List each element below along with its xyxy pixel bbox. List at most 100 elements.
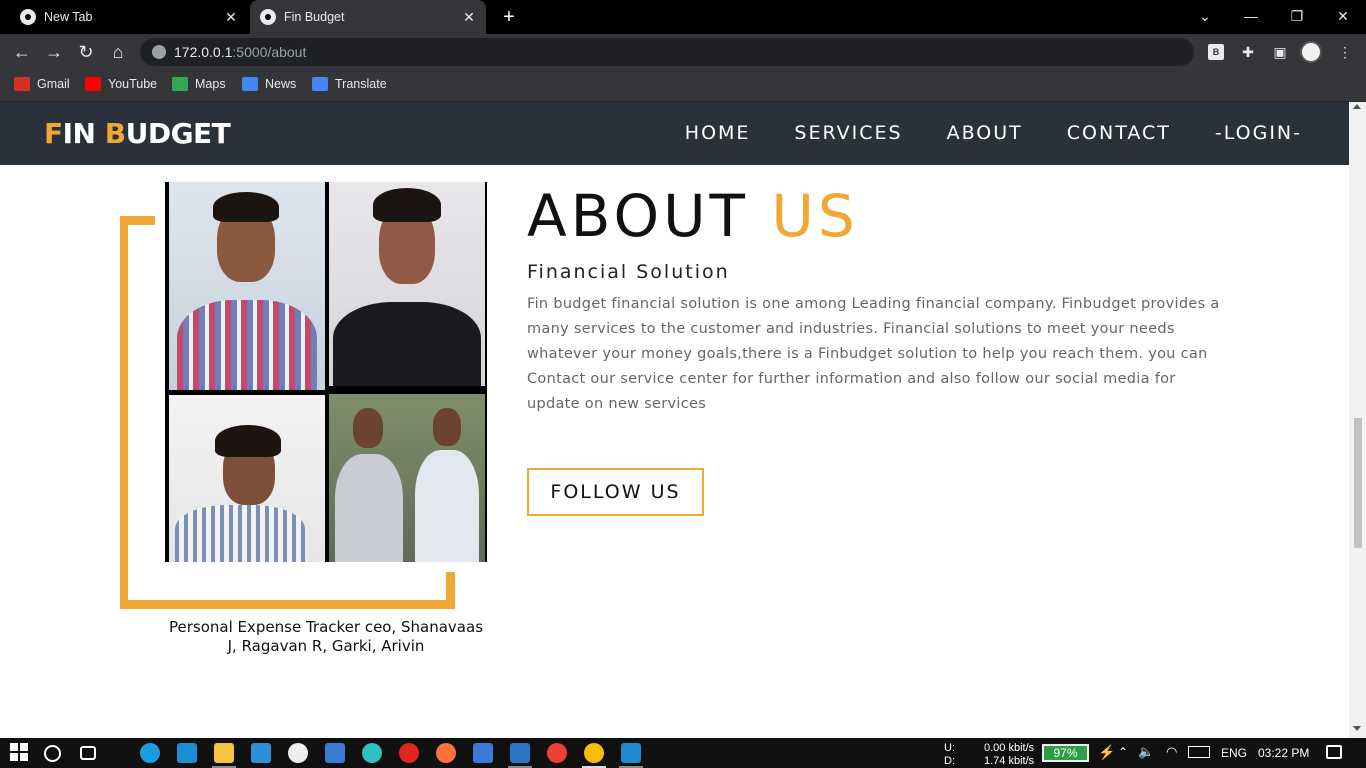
bookmark-label: Gmail	[37, 77, 70, 91]
windows-start-icon[interactable]	[10, 743, 30, 763]
nav-about[interactable]: ABOUT	[947, 122, 1023, 144]
bookmark-label: Translate	[335, 77, 387, 91]
nav-home[interactable]: HOME	[685, 122, 751, 144]
app-icon[interactable]	[288, 743, 308, 763]
back-arrow-icon[interactable]: ←	[10, 40, 34, 64]
address-bar[interactable]: 172.0.0.1:5000/about	[140, 38, 1194, 66]
tab-label: Fin Budget	[284, 10, 345, 24]
url-text[interactable]: 172.0.0.1:5000/about	[174, 44, 306, 60]
brand-logo[interactable]: FIN BUDGET	[44, 117, 231, 150]
volume-icon[interactable]: 🔈	[1138, 745, 1154, 758]
app-icon[interactable]	[362, 743, 382, 763]
bookmark-youtube[interactable]: YouTube	[85, 77, 157, 91]
bookmark-translate[interactable]: Translate	[312, 77, 387, 91]
3d-viewer-icon[interactable]	[325, 743, 345, 763]
decorative-frame	[120, 216, 128, 608]
app-l-icon[interactable]	[177, 743, 197, 763]
scroll-up-arrow-icon[interactable]	[1353, 104, 1361, 109]
bookmark-news[interactable]: News	[242, 77, 296, 91]
window-close-icon[interactable]: ✕	[1320, 0, 1366, 34]
nav-services[interactable]: SERVICES	[794, 122, 902, 144]
language-indicator[interactable]: ENG	[1221, 747, 1247, 759]
search-icon[interactable]	[44, 745, 61, 762]
file-explorer-icon[interactable]	[214, 743, 234, 763]
follow-us-button[interactable]: FOLLOW US	[527, 468, 704, 516]
decorative-frame	[120, 216, 155, 225]
scroll-thumb[interactable]	[1354, 418, 1362, 548]
bookmark-label: YouTube	[108, 77, 158, 91]
site-navbar: FIN BUDGET HOME SERVICES ABOUT CONTACT -…	[0, 102, 1349, 165]
net-down-label: D:	[944, 755, 955, 767]
translate-icon	[312, 77, 328, 91]
firefox-icon[interactable]	[436, 743, 456, 763]
about-description: Fin budget financial solution is one amo…	[527, 296, 1220, 412]
bookmark-label: Maps	[195, 77, 226, 91]
extension-b-icon[interactable]: B	[1208, 44, 1224, 60]
news-icon	[242, 77, 258, 91]
bookmark-maps[interactable]: Maps	[172, 77, 226, 91]
team-photo-collage	[165, 182, 487, 562]
page-title: ABOUT US	[527, 182, 859, 250]
reload-icon[interactable]: ↻	[74, 40, 98, 64]
tab-fin-budget[interactable]: Fin Budget ✕	[250, 0, 486, 34]
youtube-icon	[85, 77, 101, 91]
page-scrollbar[interactable]	[1349, 102, 1366, 738]
kebab-menu-icon[interactable]: ⋮	[1335, 42, 1355, 62]
team-photo	[329, 182, 485, 386]
clock[interactable]: 03:22 PM	[1258, 747, 1309, 759]
battery-indicator[interactable]: 97%	[1042, 744, 1089, 762]
maps-icon	[172, 77, 188, 91]
home-icon[interactable]: ⌂	[106, 40, 130, 64]
chrome-icon	[20, 9, 36, 25]
close-icon[interactable]: ✕	[222, 8, 240, 26]
power-plug-icon[interactable]: ⚡	[1098, 745, 1115, 759]
keyboard-app-icon[interactable]	[473, 743, 493, 763]
team-photo	[329, 394, 485, 562]
forward-arrow-icon[interactable]: →	[42, 40, 66, 64]
scroll-down-arrow-icon[interactable]	[1353, 726, 1361, 731]
opera-icon[interactable]	[399, 743, 419, 763]
close-icon[interactable]: ✕	[460, 8, 478, 26]
extensions-puzzle-icon[interactable]: ✚	[1238, 42, 1258, 62]
page-viewport: FIN BUDGET HOME SERVICES ABOUT CONTACT -…	[0, 102, 1349, 738]
net-down-speed: 1.74 kbit/s	[984, 755, 1035, 767]
decorative-frame	[446, 572, 455, 609]
team-photo	[169, 395, 325, 562]
keyboard-icon[interactable]	[1188, 746, 1210, 758]
net-up-speed: 0.00 kbit/s	[984, 742, 1035, 754]
decorative-frame	[120, 600, 455, 609]
nav-contact[interactable]: CONTACT	[1067, 122, 1171, 144]
browser-toolbar: ← → ↻ ⌂ 172.0.0.1:5000/about B ✚ ▣ ⋮	[0, 34, 1366, 70]
nav-login[interactable]: -LOGIN-	[1215, 122, 1302, 144]
profile-avatar[interactable]	[1300, 41, 1322, 63]
tab-new-tab[interactable]: New Tab ✕	[8, 0, 248, 34]
bookmark-gmail[interactable]: Gmail	[14, 77, 70, 91]
site-nav-links: HOME SERVICES ABOUT CONTACT -LOGIN-	[685, 122, 1302, 144]
team-caption: Personal Expense Tracker ceo, Shanavaas …	[168, 618, 484, 655]
net-up-label: U:	[944, 742, 955, 754]
tab-label: New Tab	[44, 10, 93, 24]
chrome-active-icon[interactable]	[584, 743, 604, 763]
vscode-icon[interactable]	[621, 743, 641, 763]
about-subtitle: Financial Solution	[527, 261, 730, 283]
mail-icon[interactable]	[251, 743, 271, 763]
side-panel-icon[interactable]: ▣	[1270, 42, 1290, 62]
chevron-up-icon[interactable]: ⌃	[1118, 746, 1128, 758]
chrome-icon[interactable]	[547, 743, 567, 763]
edge-icon[interactable]	[140, 743, 160, 763]
browser-tab-strip: New Tab ✕ Fin Budget ✕ + ⌄ — ❐ ✕	[0, 0, 1366, 34]
new-tab-plus-icon[interactable]: +	[498, 6, 520, 28]
restore-icon[interactable]: ❐	[1274, 0, 1320, 34]
minimize-icon[interactable]: —	[1228, 0, 1274, 34]
bookmarks-bar: Gmail YouTube Maps News Translate	[0, 70, 1366, 102]
team-photo	[169, 182, 325, 390]
tab-search-chevron-icon[interactable]: ⌄	[1182, 0, 1228, 34]
task-view-icon[interactable]	[80, 746, 96, 760]
globe-icon	[260, 9, 276, 25]
windows-taskbar: U: D: 0.00 kbit/s 1.74 kbit/s ⚡ ⌃ 🔈 ◠ EN…	[0, 738, 1366, 768]
bookmark-label: News	[265, 77, 297, 91]
notification-icon[interactable]	[1326, 745, 1342, 759]
site-info-icon[interactable]	[152, 45, 166, 59]
photos-icon[interactable]	[510, 743, 530, 763]
wifi-icon[interactable]: ◠	[1166, 745, 1177, 758]
